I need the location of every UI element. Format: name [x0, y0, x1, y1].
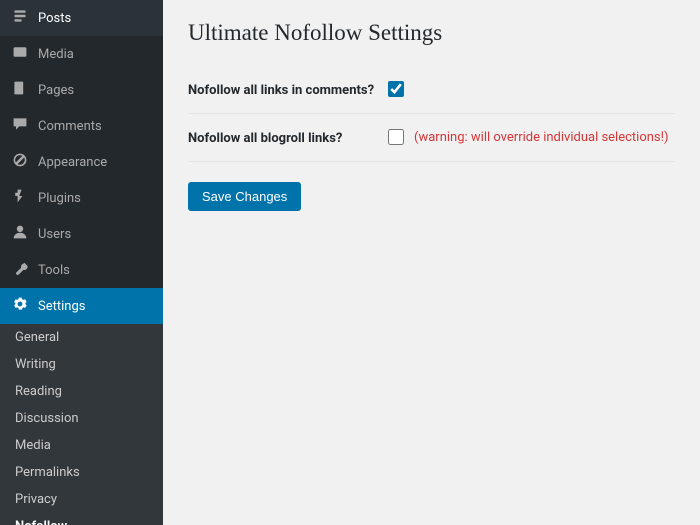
- sidebar-label-appearance: Appearance: [38, 155, 107, 170]
- submenu-item-discussion[interactable]: Discussion: [0, 405, 163, 432]
- nofollow-blogroll-control: (warning: will override individual selec…: [388, 129, 675, 145]
- users-icon: [10, 224, 30, 244]
- sidebar-label-plugins: Plugins: [38, 191, 81, 206]
- nofollow-blogroll-checkbox[interactable]: [388, 129, 404, 145]
- submenu-item-privacy[interactable]: Privacy: [0, 486, 163, 513]
- posts-icon: [10, 8, 30, 28]
- sidebar-item-plugins[interactable]: Plugins: [0, 180, 163, 216]
- sidebar-label-settings: Settings: [38, 299, 85, 314]
- sidebar: Posts Media Pages Comments Appearance Pl…: [0, 0, 163, 525]
- plugins-icon: [10, 188, 30, 208]
- submenu-item-permalinks[interactable]: Permalinks: [0, 459, 163, 486]
- settings-row-comments: Nofollow all links in comments?: [188, 66, 675, 114]
- pages-icon: [10, 80, 30, 100]
- nofollow-comments-checkbox[interactable]: [388, 81, 404, 97]
- submenu-item-general[interactable]: General: [0, 324, 163, 351]
- sidebar-item-comments[interactable]: Comments: [0, 108, 163, 144]
- submenu-item-nofollow[interactable]: Nofollow: [0, 513, 163, 525]
- sidebar-item-settings[interactable]: Settings: [0, 288, 163, 324]
- main-content: Ultimate Nofollow Settings Nofollow all …: [163, 0, 700, 525]
- submenu-item-writing[interactable]: Writing: [0, 351, 163, 378]
- settings-row-blogroll: Nofollow all blogroll links? (warning: w…: [188, 114, 675, 162]
- tools-icon: [10, 260, 30, 280]
- nofollow-comments-control: [388, 81, 675, 97]
- sidebar-item-pages[interactable]: Pages: [0, 72, 163, 108]
- settings-icon: [10, 296, 30, 316]
- comments-icon: [10, 116, 30, 136]
- blogroll-warning-text: (warning: will override individual selec…: [414, 130, 669, 145]
- sidebar-label-tools: Tools: [38, 263, 70, 278]
- sidebar-item-users[interactable]: Users: [0, 216, 163, 252]
- sidebar-label-posts: Posts: [38, 11, 71, 26]
- submenu-item-reading[interactable]: Reading: [0, 378, 163, 405]
- nofollow-blogroll-label: Nofollow all blogroll links?: [188, 129, 388, 146]
- sidebar-label-comments: Comments: [38, 119, 102, 134]
- settings-submenu: General Writing Reading Discussion Media…: [0, 324, 163, 525]
- sidebar-item-tools[interactable]: Tools: [0, 252, 163, 288]
- appearance-icon: [10, 152, 30, 172]
- media-icon: [10, 44, 30, 64]
- save-button-container: Save Changes: [188, 162, 675, 211]
- nofollow-comments-label: Nofollow all links in comments?: [188, 81, 388, 98]
- page-title: Ultimate Nofollow Settings: [188, 20, 675, 46]
- sidebar-label-pages: Pages: [38, 83, 74, 98]
- save-changes-button[interactable]: Save Changes: [188, 182, 301, 211]
- sidebar-label-media: Media: [38, 47, 74, 62]
- sidebar-label-users: Users: [38, 227, 71, 242]
- sidebar-item-appearance[interactable]: Appearance: [0, 144, 163, 180]
- sidebar-item-posts[interactable]: Posts: [0, 0, 163, 36]
- sidebar-item-media[interactable]: Media: [0, 36, 163, 72]
- submenu-item-media[interactable]: Media: [0, 432, 163, 459]
